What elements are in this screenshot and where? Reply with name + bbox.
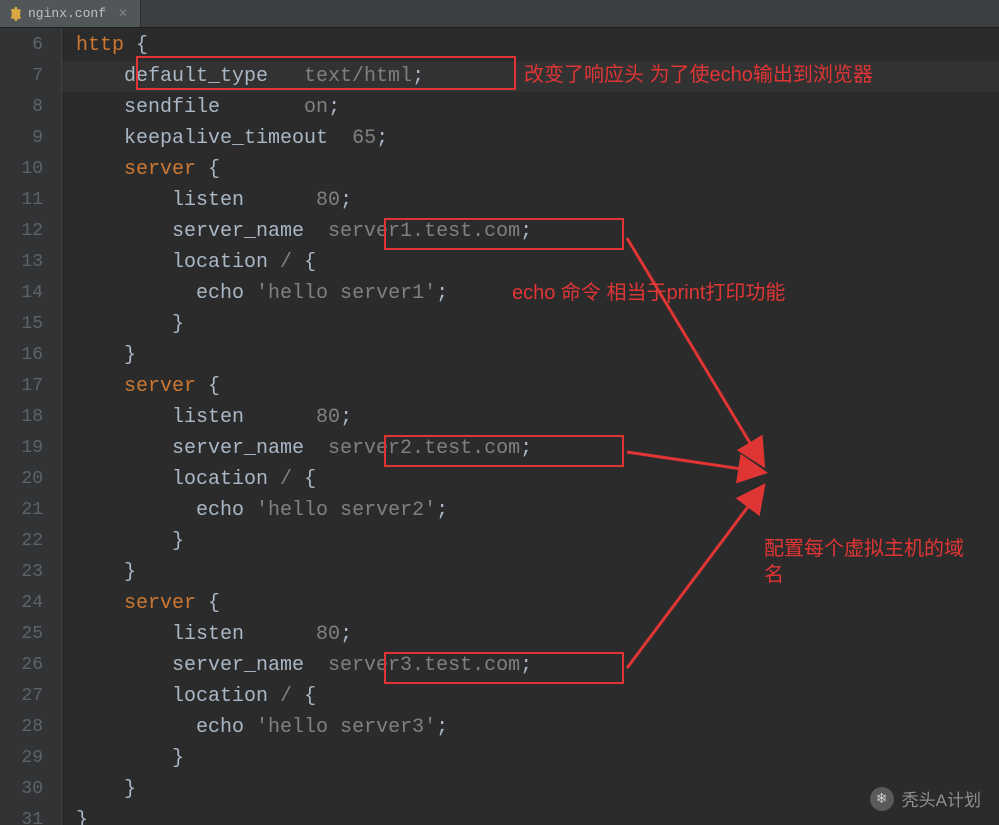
code-line: listen 80; bbox=[62, 402, 999, 433]
line-number: 10 bbox=[0, 154, 61, 185]
code-line: server { bbox=[62, 371, 999, 402]
line-number: 22 bbox=[0, 526, 61, 557]
code-line: server { bbox=[62, 154, 999, 185]
line-number: 8 bbox=[0, 92, 61, 123]
line-number: 19 bbox=[0, 433, 61, 464]
watermark-text: 秃头A计划 bbox=[902, 786, 981, 811]
line-number: 24 bbox=[0, 588, 61, 619]
gear-icon bbox=[8, 7, 22, 21]
code-line: } bbox=[62, 805, 999, 825]
line-number: 11 bbox=[0, 185, 61, 216]
code-line: } bbox=[62, 309, 999, 340]
snowflake-icon: ❄ bbox=[870, 787, 894, 811]
line-number: 23 bbox=[0, 557, 61, 588]
code-line: listen 80; bbox=[62, 619, 999, 650]
tab-bar: nginx.conf ✕ bbox=[0, 0, 999, 28]
line-number: 20 bbox=[0, 464, 61, 495]
line-number: 16 bbox=[0, 340, 61, 371]
editor: 6789101112131415161718192021222324252627… bbox=[0, 28, 999, 825]
code-line: echo 'hello server1'; bbox=[62, 278, 999, 309]
line-number: 14 bbox=[0, 278, 61, 309]
line-number: 17 bbox=[0, 371, 61, 402]
line-number: 30 bbox=[0, 774, 61, 805]
line-number: 25 bbox=[0, 619, 61, 650]
close-icon[interactable]: ✕ bbox=[118, 6, 128, 21]
line-number: 9 bbox=[0, 123, 61, 154]
code-line: } bbox=[62, 526, 999, 557]
code-line: } bbox=[62, 774, 999, 805]
line-number: 27 bbox=[0, 681, 61, 712]
line-number: 21 bbox=[0, 495, 61, 526]
code-line: http { bbox=[62, 30, 999, 61]
line-number: 6 bbox=[0, 30, 61, 61]
code-line: listen 80; bbox=[62, 185, 999, 216]
code-line: location / { bbox=[62, 681, 999, 712]
line-number: 13 bbox=[0, 247, 61, 278]
line-number-gutter: 6789101112131415161718192021222324252627… bbox=[0, 28, 62, 825]
tab-filename: nginx.conf bbox=[28, 6, 106, 21]
line-number: 18 bbox=[0, 402, 61, 433]
file-tab[interactable]: nginx.conf ✕ bbox=[0, 0, 141, 27]
line-number: 26 bbox=[0, 650, 61, 681]
code-line: } bbox=[62, 557, 999, 588]
code-line: echo 'hello server2'; bbox=[62, 495, 999, 526]
code-line: server_name server2.test.com; bbox=[62, 433, 999, 464]
line-number: 12 bbox=[0, 216, 61, 247]
line-number: 28 bbox=[0, 712, 61, 743]
code-line: server { bbox=[62, 588, 999, 619]
line-number: 7 bbox=[0, 61, 61, 92]
line-number: 15 bbox=[0, 309, 61, 340]
code-line: sendfile on; bbox=[62, 92, 999, 123]
watermark: ❄ 秃头A计划 bbox=[870, 786, 981, 811]
code-line: location / { bbox=[62, 247, 999, 278]
code-line: server_name server1.test.com; bbox=[62, 216, 999, 247]
line-number: 31 bbox=[0, 805, 61, 825]
line-number: 29 bbox=[0, 743, 61, 774]
code-line: echo 'hello server3'; bbox=[62, 712, 999, 743]
code-line: } bbox=[62, 743, 999, 774]
code-area[interactable]: http { default_type text/html; sendfile … bbox=[62, 28, 999, 825]
code-line: } bbox=[62, 340, 999, 371]
code-line: server_name server3.test.com; bbox=[62, 650, 999, 681]
code-line: default_type text/html; bbox=[62, 61, 999, 92]
code-line: location / { bbox=[62, 464, 999, 495]
code-line: keepalive_timeout 65; bbox=[62, 123, 999, 154]
